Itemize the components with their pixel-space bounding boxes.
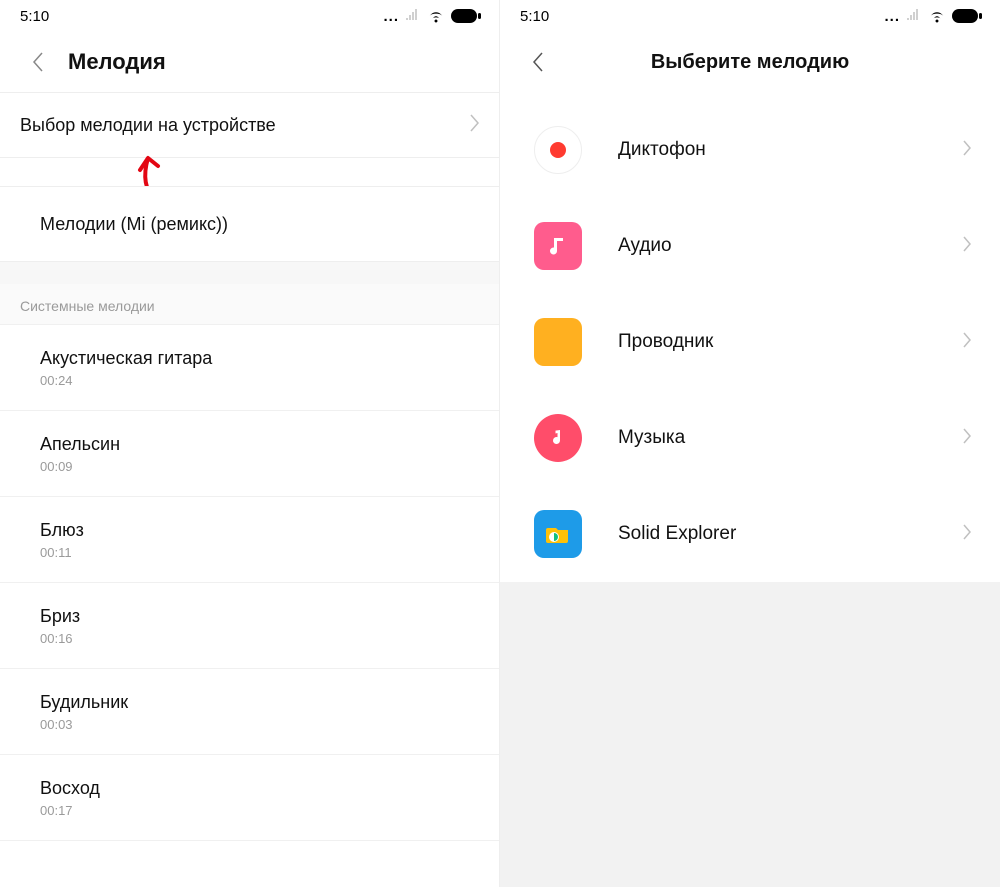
source-file-explorer[interactable]: Проводник bbox=[500, 294, 1000, 390]
battery-icon bbox=[952, 9, 982, 23]
folder-icon bbox=[534, 318, 582, 366]
chevron-right-icon bbox=[963, 524, 972, 545]
song-title: Акустическая гитара bbox=[40, 348, 479, 369]
song-row[interactable]: Апельсин 00:09 bbox=[0, 411, 499, 497]
page-title: Выберите мелодию bbox=[651, 51, 849, 74]
song-duration: 00:09 bbox=[40, 459, 479, 474]
song-duration: 00:16 bbox=[40, 631, 479, 646]
solid-explorer-icon bbox=[534, 510, 582, 558]
source-label: Проводник bbox=[618, 331, 963, 353]
status-icons: ... bbox=[884, 8, 982, 25]
status-time: 5:10 bbox=[520, 8, 549, 25]
song-row[interactable]: Блюз 00:11 bbox=[0, 497, 499, 583]
song-title: Восход bbox=[40, 778, 479, 799]
phone-right: 5:10 ... Выберите мелодию bbox=[500, 0, 1000, 887]
source-label: Диктофон bbox=[618, 139, 963, 161]
status-time: 5:10 bbox=[20, 8, 49, 25]
row-mi-remix[interactable]: Мелодии (Mi (ремикс)) bbox=[0, 186, 499, 262]
source-label: Solid Explorer bbox=[618, 523, 963, 545]
chevron-right-icon bbox=[963, 236, 972, 257]
song-title: Будильник bbox=[40, 692, 479, 713]
song-title: Апельсин bbox=[40, 434, 479, 455]
chevron-right-icon bbox=[963, 332, 972, 353]
music-icon bbox=[534, 414, 582, 462]
song-title: Бриз bbox=[40, 606, 479, 627]
status-bar: 5:10 ... bbox=[0, 0, 499, 32]
song-row[interactable]: Акустическая гитара 00:24 bbox=[0, 325, 499, 411]
source-music[interactable]: Музыка bbox=[500, 390, 1000, 486]
song-row[interactable]: Будильник 00:03 bbox=[0, 669, 499, 755]
song-row[interactable]: Восход 00:17 bbox=[0, 755, 499, 841]
recorder-icon bbox=[534, 126, 582, 174]
page-title: Мелодия bbox=[68, 49, 166, 75]
more-dots-icon: ... bbox=[884, 8, 900, 25]
source-label: Аудио bbox=[618, 235, 963, 257]
audio-icon bbox=[534, 222, 582, 270]
source-audio[interactable]: Аудио bbox=[500, 198, 1000, 294]
wifi-icon bbox=[928, 9, 946, 23]
signal-icon bbox=[906, 9, 922, 24]
signal-icon bbox=[405, 9, 421, 24]
row-device-label: Выбор мелодии на устройстве bbox=[20, 115, 469, 136]
empty-area bbox=[500, 582, 1000, 887]
song-duration: 00:03 bbox=[40, 717, 479, 732]
song-row[interactable]: Бриз 00:16 bbox=[0, 583, 499, 669]
row-device-melody[interactable]: Выбор мелодии на устройстве bbox=[0, 92, 499, 158]
source-solid-explorer[interactable]: Solid Explorer bbox=[500, 486, 1000, 582]
back-button[interactable] bbox=[528, 47, 548, 77]
section-gap bbox=[0, 262, 499, 284]
source-picker: Диктофон Аудио Проводник bbox=[500, 92, 1000, 887]
status-bar: 5:10 ... bbox=[500, 0, 1000, 32]
song-duration: 00:17 bbox=[40, 803, 479, 818]
chevron-right-icon bbox=[963, 140, 972, 161]
row-remix-label: Мелодии (Mi (ремикс)) bbox=[20, 214, 228, 235]
song-duration: 00:24 bbox=[40, 373, 479, 388]
header: Мелодия bbox=[0, 32, 499, 92]
battery-icon bbox=[451, 9, 481, 23]
back-button[interactable] bbox=[28, 47, 48, 77]
wifi-icon bbox=[427, 9, 445, 23]
status-icons: ... bbox=[383, 8, 481, 25]
song-duration: 00:11 bbox=[40, 545, 479, 560]
chevron-right-icon bbox=[963, 428, 972, 449]
source-label: Музыка bbox=[618, 427, 963, 449]
source-recorder[interactable]: Диктофон bbox=[500, 102, 1000, 198]
section-header: Системные мелодии bbox=[0, 284, 499, 325]
song-title: Блюз bbox=[40, 520, 479, 541]
header: Выберите мелодию bbox=[500, 32, 1000, 92]
more-dots-icon: ... bbox=[383, 8, 399, 25]
phone-left: 5:10 ... Мелодия Выбор мелодии на устрой… bbox=[0, 0, 500, 887]
chevron-right-icon bbox=[469, 114, 479, 137]
